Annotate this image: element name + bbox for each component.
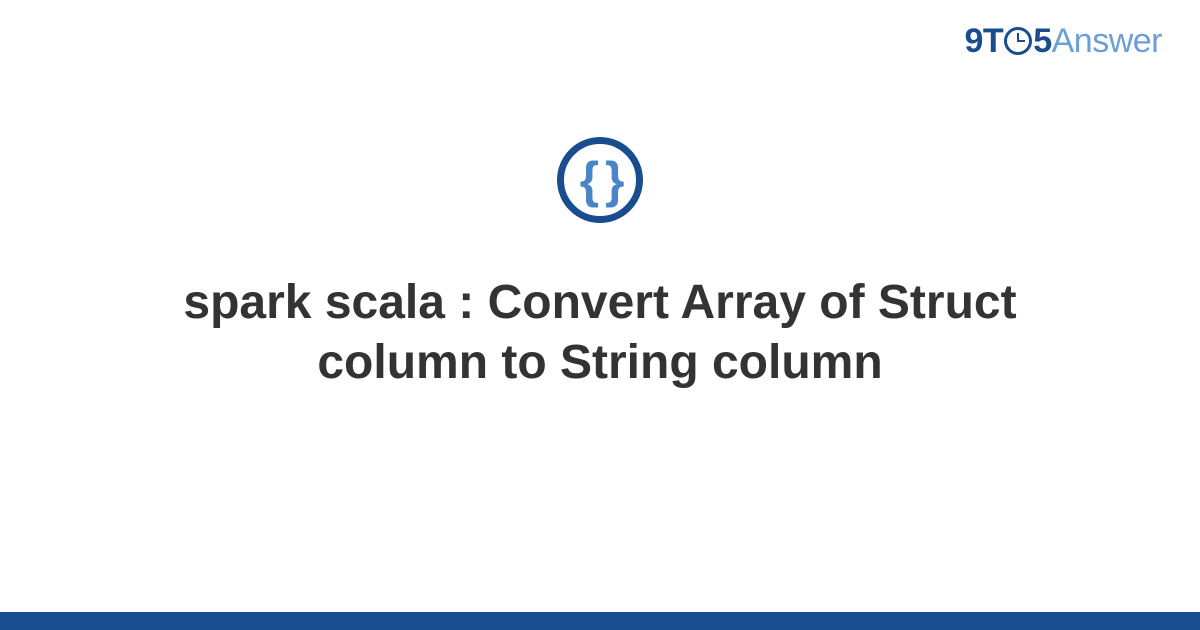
footer-bar [0, 612, 1200, 630]
code-braces-icon: { } [557, 137, 643, 223]
page-title: spark scala : Convert Array of Struct co… [120, 273, 1080, 393]
main-content: { } spark scala : Convert Array of Struc… [0, 0, 1200, 630]
braces-glyph: { } [580, 155, 621, 205]
